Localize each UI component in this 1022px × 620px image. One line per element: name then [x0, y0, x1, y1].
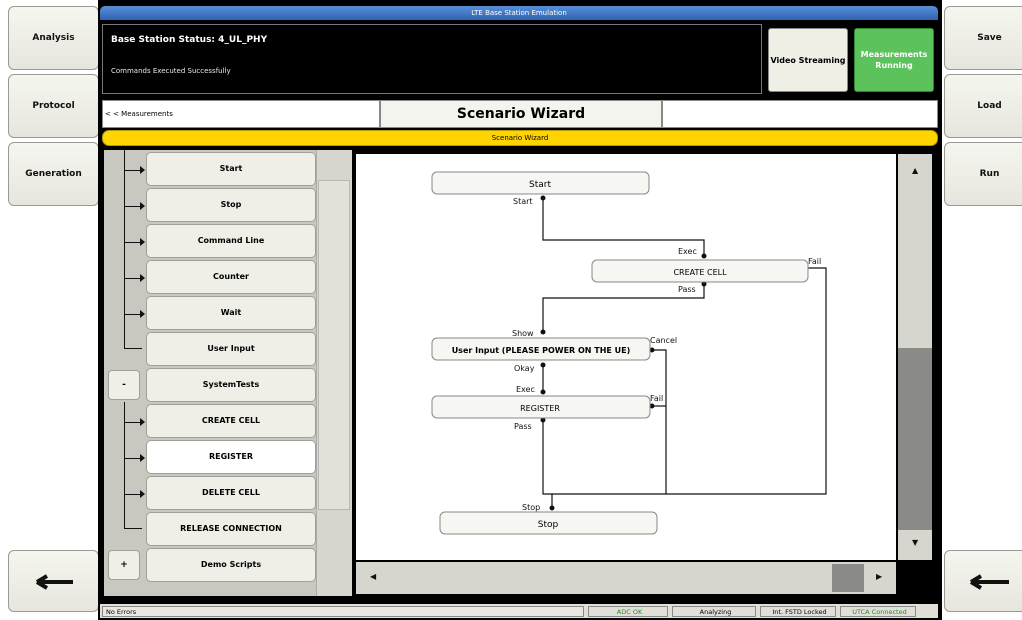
port-label: Show	[512, 329, 534, 338]
tree-connector	[124, 348, 142, 349]
node-label: CREATE CELL	[673, 268, 727, 277]
errors-status: No Errors	[102, 606, 584, 617]
status-title: Base Station Status: 4_UL_PHY	[111, 35, 268, 45]
connector-create-fail	[552, 267, 827, 495]
tree-item-wait[interactable]: Wait	[146, 296, 316, 330]
connector-userinput-cancel	[652, 349, 667, 494]
status-message: Commands Executed Successfully	[111, 67, 231, 75]
status-panel: Base Station Status: 4_UL_PHY Commands E…	[102, 24, 762, 94]
generation-button[interactable]: Generation	[8, 142, 99, 206]
video-streaming-button[interactable]: Video Streaming	[768, 28, 848, 92]
port-label: Pass	[514, 422, 532, 431]
flow-node-stop[interactable]: Stop	[439, 511, 658, 535]
tree-item-create-cell[interactable]: CREATE CELL	[146, 404, 316, 438]
analysis-button[interactable]: Analysis	[8, 6, 99, 70]
flow-node-start[interactable]: Start	[431, 171, 650, 195]
tree-arrow-icon	[140, 274, 145, 282]
port-label: Exec	[678, 247, 697, 256]
canvas-vertical-scroll-thumb[interactable]	[898, 348, 932, 530]
port-label: Pass	[678, 285, 696, 294]
status-bar: No Errors ADC OK Analyzing Int. FSTD Loc…	[100, 604, 938, 618]
tree-item-command-line[interactable]: Command Line	[146, 224, 316, 258]
connector-register-pass	[542, 420, 553, 508]
canvas-horizontal-scroll-thumb[interactable]	[832, 564, 864, 592]
scroll-down-icon[interactable]: ▼	[912, 538, 918, 547]
tree-connector	[124, 528, 142, 529]
tree-arrow-icon	[140, 454, 145, 462]
left-arrow-icon	[35, 574, 73, 590]
port-dot	[549, 505, 555, 511]
tree-arrow-icon	[140, 166, 145, 174]
port-label: Okay	[514, 364, 535, 373]
port-label: Stop	[522, 503, 540, 512]
fstd-status: Int. FSTD Locked	[760, 606, 836, 617]
tree-item-demo-scripts[interactable]: Demo Scripts	[146, 548, 316, 582]
tree-arrow-icon	[140, 202, 145, 210]
flow-node-create-cell[interactable]: CREATE CELL	[591, 259, 809, 283]
tree-arrow-icon	[140, 238, 145, 246]
tree-connector	[124, 150, 125, 348]
scroll-left-icon[interactable]: ◀	[370, 572, 376, 581]
port-label: Fail	[650, 394, 663, 403]
node-label: Stop	[538, 520, 559, 530]
measurements-running-button[interactable]: Measurements Running	[854, 28, 934, 92]
port-dot	[540, 389, 546, 395]
tree-item-stop[interactable]: Stop	[146, 188, 316, 222]
port-label: Cancel	[650, 336, 677, 345]
page-title: Scenario Wizard	[380, 100, 662, 128]
tree-item-release-connection[interactable]: RELEASE CONNECTION	[146, 512, 316, 546]
save-button[interactable]: Save	[944, 6, 1022, 70]
protocol-button[interactable]: Protocol	[8, 74, 99, 138]
tree-item-start[interactable]: Start	[146, 152, 316, 186]
wizard-subtitle-bar: Scenario Wizard	[102, 130, 938, 146]
window-title: LTE Base Station Emulation	[100, 6, 938, 20]
component-tree: Start Stop Command Line Counter Wait Use…	[104, 150, 352, 596]
tree-scroll-thumb[interactable]	[318, 180, 350, 510]
tree-item-register[interactable]: REGISTER	[146, 440, 316, 474]
port-label: Fail	[808, 257, 821, 266]
port-label: Exec	[516, 385, 535, 394]
demo-scripts-expand-toggle[interactable]: +	[108, 550, 140, 580]
run-button[interactable]: Run	[944, 142, 1022, 206]
utca-status: UTCA Connected	[840, 606, 916, 617]
breadcrumb: < < Measurements Scenario Wizard	[102, 100, 938, 128]
tree-connector	[124, 402, 125, 528]
port-dot	[540, 195, 546, 201]
systemtests-collapse-toggle[interactable]: -	[108, 370, 140, 400]
node-label: REGISTER	[520, 404, 560, 413]
scenario-canvas[interactable]: Start CREATE CELL User Input (PLEASE POW…	[356, 154, 896, 560]
tree-arrow-icon	[140, 418, 145, 426]
back-arrow-button[interactable]	[8, 550, 99, 612]
port-dot	[540, 362, 546, 368]
tree-arrow-icon	[140, 490, 145, 498]
port-dot	[701, 253, 707, 259]
canvas-horizontal-scrollbar[interactable]	[356, 562, 896, 594]
nav-spacer	[662, 100, 938, 128]
tree-item-systemtests[interactable]: SystemTests	[146, 368, 316, 402]
tree-item-delete-cell[interactable]: DELETE CELL	[146, 476, 316, 510]
flow-node-user-input[interactable]: User Input (PLEASE POWER ON THE UE)	[431, 337, 651, 361]
adc-status: ADC OK	[588, 606, 668, 617]
back-to-measurements-link[interactable]: < < Measurements	[102, 100, 380, 128]
forward-arrow-button[interactable]	[944, 550, 1022, 612]
scroll-up-icon[interactable]: ▲	[912, 166, 918, 175]
tree-item-user-input[interactable]: User Input	[146, 332, 316, 366]
left-arrow-icon	[969, 574, 1009, 590]
tree-arrow-icon	[140, 310, 145, 318]
port-dot	[540, 329, 546, 335]
scroll-right-icon[interactable]: ▶	[876, 572, 882, 581]
port-label: Start	[513, 197, 533, 206]
tree-item-counter[interactable]: Counter	[146, 260, 316, 294]
analyzing-status: Analyzing	[672, 606, 756, 617]
node-label: Start	[529, 180, 551, 190]
node-label: User Input (PLEASE POWER ON THE UE)	[452, 346, 631, 355]
scrollbar-corner	[898, 562, 932, 594]
load-button[interactable]: Load	[944, 74, 1022, 138]
flow-node-register[interactable]: REGISTER	[431, 395, 651, 419]
